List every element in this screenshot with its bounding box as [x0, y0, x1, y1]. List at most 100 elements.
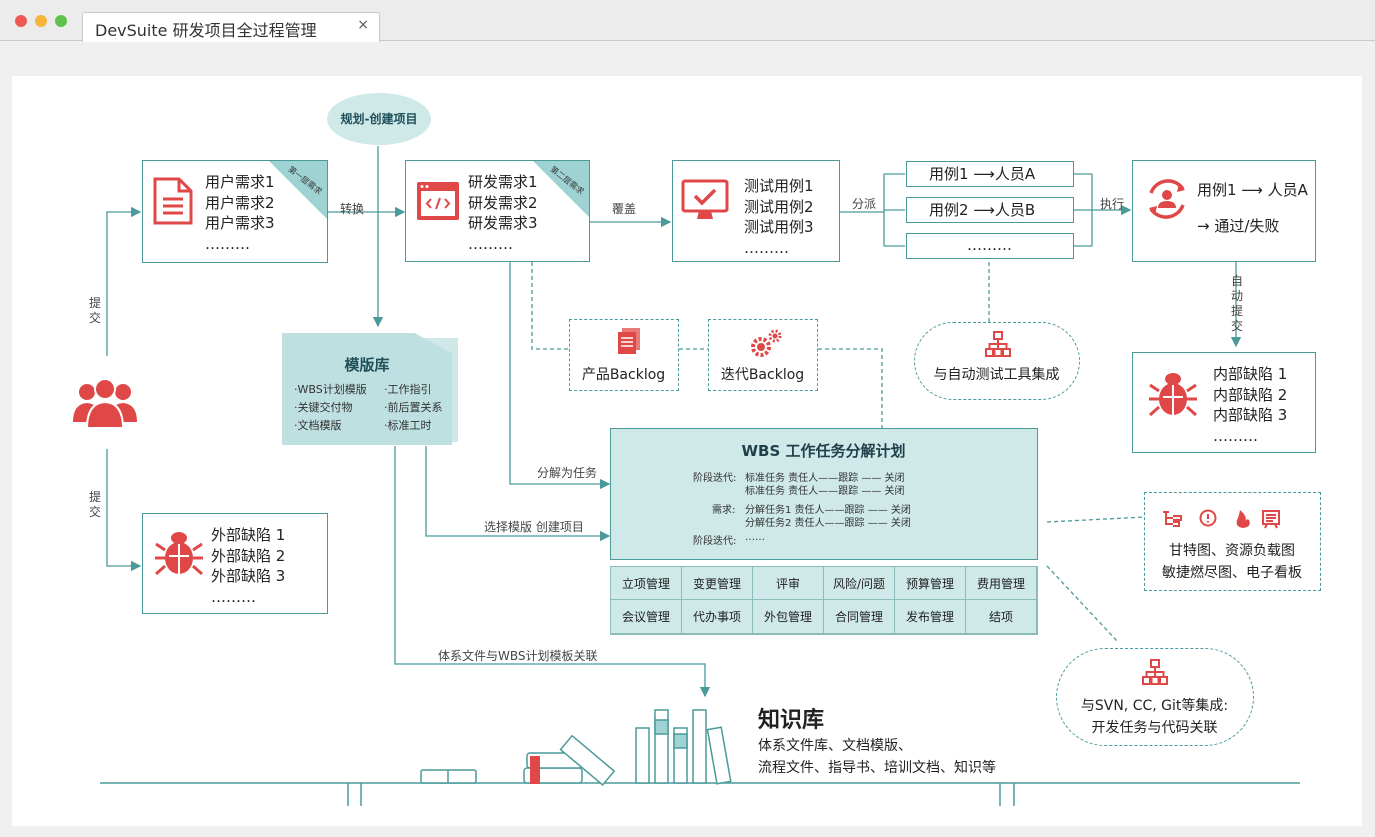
minimize-window-button[interactable] — [35, 15, 47, 27]
dev-req-1: 研发需求1 — [468, 173, 538, 191]
close-window-button[interactable] — [15, 15, 27, 27]
grid-cell-outsource[interactable]: 外包管理 — [753, 600, 824, 634]
bug-icon — [1149, 373, 1197, 417]
product-backlog-box: 产品Backlog — [569, 319, 679, 391]
grid-cell-closure[interactable]: 结项 — [966, 600, 1037, 634]
user-requirements-box: 第一层需求 用户需求1 用户需求2 用户需求3 ……… — [142, 160, 328, 263]
assign-item: 用例2 ⟶人员B — [906, 197, 1074, 223]
gears-icon — [751, 329, 782, 357]
stack-icon — [618, 328, 640, 354]
test-case-more: ……… — [744, 238, 789, 257]
window-titlebar: DevSuite 研发项目全过程管理 × — [0, 0, 1375, 42]
auto-submit-label: 自动提交 — [1230, 274, 1243, 333]
user-req-lines: 用户需求1 用户需求2 用户需求3 ……… — [205, 172, 275, 254]
kb-link-label: 体系文件与WBS计划模板关联 — [438, 649, 598, 663]
auto-test-integration: 与自动测试工具集成 — [914, 322, 1080, 400]
network-icon — [1142, 659, 1168, 685]
grid-cell-release[interactable]: 发布管理 — [895, 600, 966, 634]
refresh-person-icon — [1149, 179, 1185, 219]
submit-top-label: 提交 — [88, 296, 101, 325]
external-defects-lines: 外部缺陷 1 外部缺陷 2 外部缺陷 3 ……… — [211, 525, 285, 607]
submit-bottom-label: 提交 — [88, 490, 101, 519]
external-defects-box: 外部缺陷 1 外部缺陷 2 外部缺陷 3 ……… — [142, 513, 328, 614]
reports-line2: 敏捷燃尽图、电子看板 — [1162, 565, 1302, 581]
grid-cell-contract[interactable]: 合同管理 — [824, 600, 895, 634]
select-template-label: 选择模版 创建项目 — [484, 520, 584, 534]
bug-icon — [155, 532, 203, 576]
plan-create-project: 规划-创建项目 — [327, 93, 431, 145]
cover-label: 覆盖 — [612, 202, 637, 216]
code-window-icon — [417, 182, 459, 220]
auto-test-label: 与自动测试工具集成 — [933, 367, 1060, 383]
wbs-title: WBS 工作任务分解计划 — [741, 442, 906, 460]
user-req-1: 用户需求1 — [205, 173, 275, 191]
plan-label: 规划-创建项目 — [340, 112, 418, 126]
grid-cell-risk[interactable]: 风险/问题 — [824, 567, 895, 600]
template-item: ·文档模版 — [294, 419, 342, 432]
convert-label: 转换 — [340, 202, 365, 216]
dev-req-more: ……… — [468, 234, 513, 253]
template-item: ·WBS计划模版 — [294, 383, 367, 396]
internal-defects-lines: 内部缺陷 1 内部缺陷 2 内部缺陷 3 ……… — [1213, 364, 1287, 446]
tab-title: DevSuite 研发项目全过程管理 — [95, 21, 317, 40]
wbs-row-label: 阶段迭代: — [693, 473, 737, 484]
template-library: 模版库 ·WBS计划模版 ·工作指引 ·关键交付物 ·前后置关系 ·文档模版 ·… — [282, 333, 452, 445]
internal-defect-1: 内部缺陷 1 — [1213, 365, 1288, 383]
network-icon — [985, 331, 1011, 357]
dispatch-label: 分派 — [852, 197, 877, 211]
execution-box: 用例1 ⟶ 人员A → 通过/失败 — [1132, 160, 1316, 262]
scm-line1: 与SVN, CC, Git等集成: — [1080, 698, 1229, 714]
wbs-row: …… — [745, 532, 765, 543]
wbs-plan: WBS 工作任务分解计划 阶段迭代: 标准任务 责任人——跟踪 —— 关闭 标准… — [610, 428, 1038, 560]
template-item: ·标准工时 — [384, 419, 432, 432]
user-req-2: 用户需求2 — [205, 193, 275, 212]
internal-defect-more: ……… — [1213, 426, 1258, 445]
user-req-more: ……… — [205, 234, 250, 253]
maximize-window-button[interactable] — [55, 15, 67, 27]
wbs-row: 分解任务2 责任人——跟踪 —— 关闭 — [745, 518, 911, 529]
browser-tab[interactable]: DevSuite 研发项目全过程管理 × — [82, 12, 380, 42]
external-defect-more: ……… — [211, 587, 256, 606]
grid-cell-expense[interactable]: 费用管理 — [966, 567, 1037, 600]
wbs-row-label: 阶段迭代: — [693, 536, 737, 547]
template-item: ·工作指引 — [384, 383, 432, 396]
test-case-3: 测试用例3 — [744, 218, 814, 236]
reports-box: 甘特图、资源负载图 敏捷燃尽图、电子看板 — [1144, 492, 1321, 591]
external-defect-2: 外部缺陷 2 — [211, 546, 286, 565]
template-library-title: 模版库 — [344, 356, 390, 374]
grid-cell-change-mgmt[interactable]: 变更管理 — [682, 567, 753, 600]
report-icons — [1163, 509, 1280, 529]
grid-cell-todo[interactable]: 代办事项 — [682, 600, 753, 634]
dev-req-3: 研发需求3 — [468, 214, 538, 232]
grid-cell-meeting[interactable]: 会议管理 — [611, 600, 682, 634]
test-case-1: 测试用例1 — [744, 177, 814, 195]
gantt-icon — [1163, 511, 1182, 527]
dev-requirements-box: 第二层需求 研发需求1 研发需求2 研发需求3 ……… — [405, 160, 590, 262]
user-req-3: 用户需求3 — [205, 214, 275, 232]
test-cases-box: 测试用例1 测试用例2 测试用例3 ……… — [672, 160, 840, 262]
wbs-row-label: 需求: — [712, 505, 736, 516]
assign-item: ……… — [906, 233, 1074, 259]
iteration-backlog-label: 迭代Backlog — [720, 367, 805, 383]
books-illustration — [420, 709, 732, 786]
grid-cell-review[interactable]: 评审 — [753, 567, 824, 600]
decompose-label: 分解为任务 — [537, 466, 598, 480]
diagram-canvas: 规划-创建项目 提交 提交 第一层需求 用户需求1 用户需求2 用户需求3 ……… — [12, 76, 1362, 826]
exec-line1: 用例1 ⟶ 人员A — [1197, 181, 1308, 199]
external-defect-1: 外部缺陷 1 — [211, 526, 286, 544]
wbs-row: 标准任务 责任人——跟踪 —— 关闭 — [745, 486, 905, 497]
dev-req-lines: 研发需求1 研发需求2 研发需求3 ……… — [468, 172, 538, 254]
scm-integration: 与SVN, CC, Git等集成: 开发任务与代码关联 — [1056, 648, 1254, 746]
assign-item: 用例1 ⟶人员A — [906, 161, 1074, 187]
internal-defect-2: 内部缺陷 2 — [1213, 385, 1288, 404]
execute-label: 执行 — [1100, 197, 1125, 211]
template-item: ·关键交付物 — [294, 401, 353, 414]
users-icon — [73, 378, 137, 429]
grid-cell-budget[interactable]: 预算管理 — [895, 567, 966, 600]
tab-close-icon[interactable]: × — [357, 17, 369, 33]
fire-icon — [1236, 510, 1250, 528]
test-cases-lines: 测试用例1 测试用例2 测试用例3 ……… — [744, 176, 814, 258]
document-icon — [153, 177, 193, 225]
test-case-2: 测试用例2 — [744, 197, 814, 216]
grid-cell-project-init[interactable]: 立项管理 — [611, 567, 682, 600]
